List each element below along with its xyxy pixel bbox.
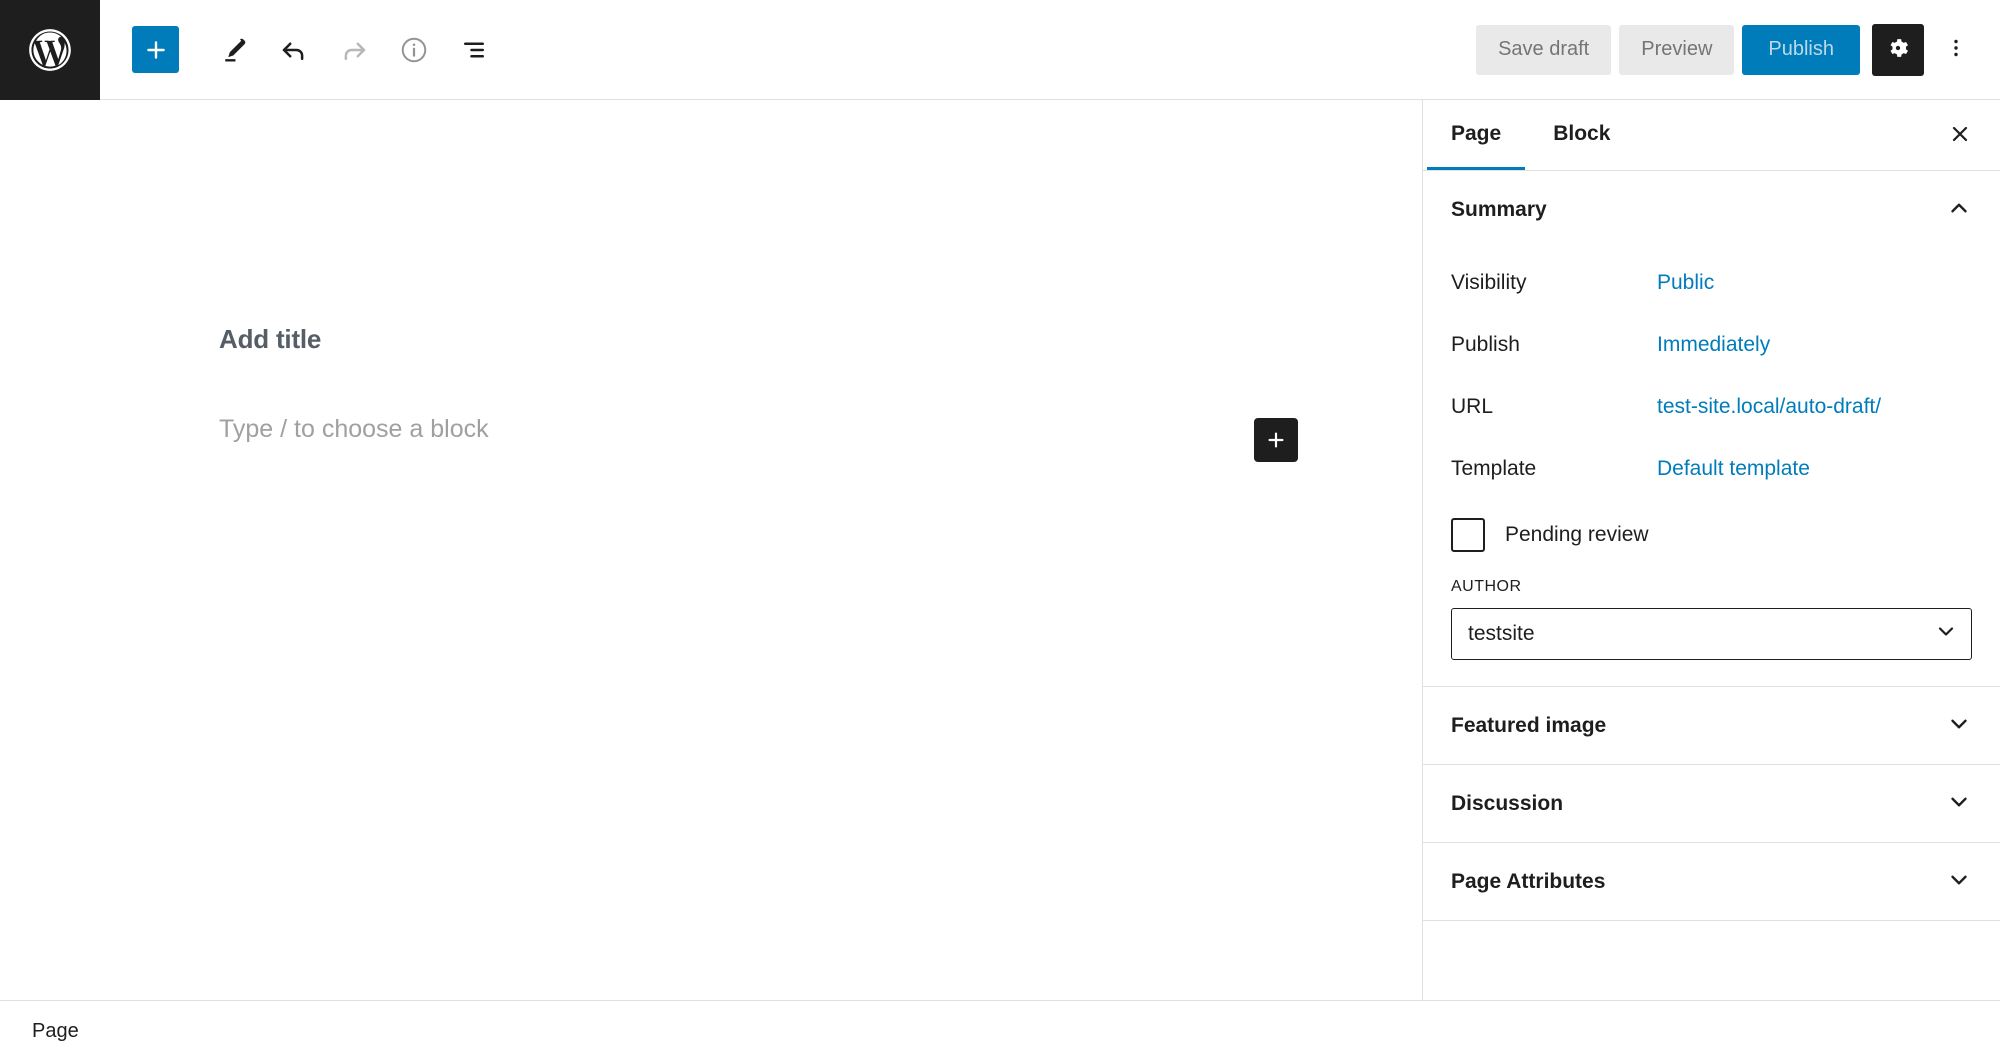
list-view-icon <box>459 35 489 65</box>
panel-page-attributes: Page Attributes <box>1423 843 2000 921</box>
chevron-up-icon <box>1946 195 1972 224</box>
panel-page-attributes-title: Page Attributes <box>1451 869 1606 893</box>
publish-value-button[interactable]: Immediately <box>1657 318 1770 360</box>
pending-review-label[interactable]: Pending review <box>1505 523 1649 547</box>
editor-toolbar: Save draft Preview Publish <box>0 0 2000 100</box>
panel-featured-image-title: Featured image <box>1451 713 1607 737</box>
editor-body: Add title Type / to choose a block Page … <box>0 100 2000 1000</box>
close-sidebar-button[interactable] <box>1936 111 1984 159</box>
summary-row-template: Template Default template <box>1451 434 1972 496</box>
panel-summary-header[interactable]: Summary <box>1423 171 2000 248</box>
summary-row-publish: Publish Immediately <box>1451 310 1972 372</box>
chevron-down-icon <box>1946 789 1972 818</box>
panel-featured-image: Featured image <box>1423 687 2000 765</box>
wordpress-logo-icon <box>25 25 75 75</box>
pencil-icon <box>219 35 249 65</box>
wordpress-logo-button[interactable] <box>0 0 100 100</box>
visibility-value-button[interactable]: Public <box>1657 256 1714 298</box>
post-title-input[interactable]: Add title <box>219 324 321 355</box>
tab-page[interactable]: Page <box>1427 100 1526 170</box>
undo-button[interactable] <box>264 20 324 80</box>
list-view-button[interactable] <box>444 20 504 80</box>
default-block-input[interactable]: Type / to choose a block <box>219 415 489 444</box>
publish-button[interactable]: Publish <box>1742 24 1860 75</box>
template-value-button[interactable]: Default template <box>1657 442 1810 484</box>
edit-tool-button[interactable] <box>204 20 264 80</box>
chevron-down-icon <box>1946 711 1972 740</box>
wordpress-editor-app: Save draft Preview Publish Add title Typ… <box>0 0 2000 1061</box>
summary-row-visibility: Visibility Public <box>1451 248 1972 310</box>
toolbar-left-group <box>100 20 504 80</box>
panel-summary-title: Summary <box>1451 197 1547 221</box>
author-select-wrapper: testsite <box>1451 608 1972 660</box>
publish-label: Publish <box>1451 333 1520 356</box>
redo-arrow-icon <box>339 35 369 65</box>
tab-block[interactable]: Block <box>1529 100 1634 170</box>
kebab-menu-icon <box>1944 36 1968 63</box>
settings-sidebar: Page Block Summary Visibility Public Pub… <box>1422 100 2000 1000</box>
add-block-button[interactable] <box>132 26 179 73</box>
panel-summary-body: Visibility Public Publish Immediately UR… <box>1423 248 2000 686</box>
url-value-button[interactable]: test-site.local/auto-draft/ <box>1657 380 1881 422</box>
info-circle-icon <box>399 35 429 65</box>
undo-arrow-icon <box>279 35 309 65</box>
sidebar-tab-bar: Page Block <box>1423 100 2000 171</box>
summary-row-url: URL test-site.local/auto-draft/ <box>1451 372 1972 434</box>
panel-page-attributes-header[interactable]: Page Attributes <box>1423 843 2000 920</box>
url-label: URL <box>1451 395 1494 418</box>
panel-featured-image-header[interactable]: Featured image <box>1423 687 2000 764</box>
pending-review-row: Pending review <box>1451 518 1972 552</box>
pending-review-checkbox[interactable] <box>1451 518 1485 552</box>
gear-icon <box>1885 35 1911 64</box>
panel-discussion: Discussion <box>1423 765 2000 843</box>
author-select[interactable]: testsite <box>1451 608 1972 660</box>
breadcrumb[interactable]: Page <box>0 1020 79 1043</box>
panel-discussion-header[interactable]: Discussion <box>1423 765 2000 842</box>
sidebar-panels: Summary Visibility Public Publish Immedi… <box>1423 171 2000 1000</box>
visibility-label: Visibility <box>1451 271 1527 294</box>
settings-button[interactable] <box>1872 23 1924 76</box>
details-button[interactable] <box>384 20 444 80</box>
panel-discussion-title: Discussion <box>1451 791 1564 815</box>
panel-summary: Summary Visibility Public Publish Immedi… <box>1423 171 2000 687</box>
inline-block-inserter-button[interactable] <box>1254 418 1298 462</box>
redo-button[interactable] <box>324 20 384 80</box>
toolbar-right-group: Save draft Preview Publish <box>1476 23 2000 76</box>
chevron-down-icon <box>1946 867 1972 896</box>
template-label: Template <box>1451 457 1537 480</box>
editor-footer: Page <box>0 1000 2000 1061</box>
close-icon <box>1948 122 1972 149</box>
editor-canvas[interactable]: Add title Type / to choose a block <box>0 100 1422 1000</box>
more-options-button[interactable] <box>1932 24 1980 76</box>
author-field-label: AUTHOR <box>1451 578 1522 595</box>
save-draft-button[interactable]: Save draft <box>1476 24 1612 75</box>
preview-button[interactable]: Preview <box>1619 24 1735 75</box>
